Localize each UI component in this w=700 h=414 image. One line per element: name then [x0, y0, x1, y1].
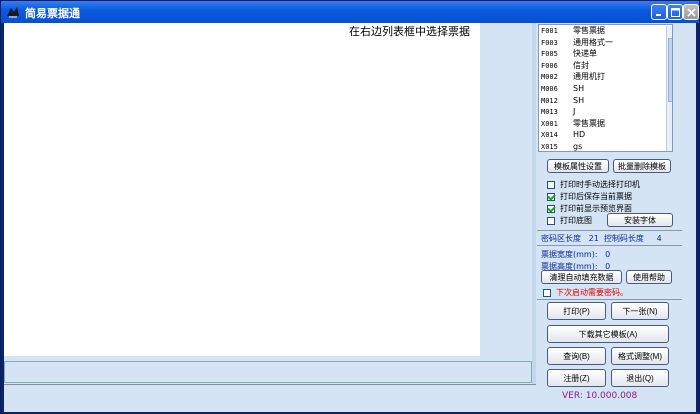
separator: [537, 299, 682, 300]
option-label: 打印时手动选择打印机: [560, 180, 640, 189]
template-name: 零售票据: [573, 118, 605, 128]
next-button[interactable]: 下一张(N): [611, 302, 669, 320]
window-title: 简易票据通: [25, 7, 80, 20]
checkbox-preview[interactable]: [547, 204, 555, 213]
template-props-button[interactable]: 模板属性设置: [547, 159, 609, 173]
close-button[interactable]: [683, 4, 699, 20]
template-code: X015: [541, 142, 558, 151]
option-label: 打印底图: [560, 216, 592, 225]
separator: [537, 230, 682, 231]
canvas-splitter[interactable]: [532, 23, 536, 385]
template-name: J: [573, 107, 576, 117]
template-name: 信封: [573, 60, 589, 70]
scrollbar-thumb[interactable]: [668, 38, 672, 102]
list-item[interactable]: X015 gs: [539, 141, 672, 151]
template-list-scrollbar[interactable]: [666, 26, 672, 151]
option-print-background[interactable]: 打印底图: [547, 215, 592, 226]
template-name: 通用格式一: [573, 37, 613, 47]
template-name: 零售票据: [573, 26, 605, 35]
template-name: 快递单: [573, 49, 597, 59]
template-code: F001: [541, 27, 558, 35]
list-item[interactable]: M012 SH: [539, 95, 672, 107]
format-adjust-button[interactable]: 格式调整(M): [611, 347, 669, 365]
query-button[interactable]: 查询(B): [547, 347, 606, 365]
control-length-label: 控制码长度: [603, 234, 644, 243]
ticket-width-info: 票据宽度(mm): 0: [541, 249, 610, 260]
batch-delete-button[interactable]: 批量删除模板: [613, 159, 671, 173]
ticket-width-value: 0: [605, 250, 611, 259]
list-item[interactable]: F003 通用格式一: [539, 37, 672, 49]
checkbox-print-background[interactable]: [547, 216, 555, 225]
list-item[interactable]: M013 J: [539, 106, 672, 118]
list-item[interactable]: X001 零售票据: [539, 118, 672, 130]
register-button[interactable]: 注册(Z): [547, 369, 606, 387]
minimize-button[interactable]: [651, 4, 667, 20]
list-item[interactable]: M006 SH: [539, 83, 672, 95]
password-length-label: 密码区长度: [541, 234, 581, 243]
template-name: SH: [573, 83, 585, 93]
option-require-password[interactable]: 下次启动需要密码。: [543, 287, 628, 298]
app-icon: [7, 7, 19, 18]
require-password-label: 下次启动需要密码。: [556, 288, 628, 297]
control-panel: F001 零售票据 F003 通用格式一 F005 快递单 F006 信封 M002 通用机打 M0…: [537, 23, 684, 412]
checkbox-save-after-print[interactable]: [547, 192, 555, 201]
separator: [537, 245, 682, 246]
print-button[interactable]: 打印(P): [547, 302, 606, 320]
install-font-button[interactable]: 安装字体: [607, 213, 673, 227]
option-manual-printer[interactable]: 打印时手动选择打印机: [547, 179, 640, 190]
app-window: 简易票据通 在右边列表框中选择票据 F001 零售票据 F003 通用格式一 F005 快…: [0, 0, 700, 414]
download-templates-button[interactable]: 下载其它模板(A): [547, 325, 669, 343]
maximize-icon: [670, 7, 680, 17]
ticket-canvas[interactable]: 在右边列表框中选择票据: [4, 23, 480, 356]
list-item[interactable]: M002 通用机打: [539, 71, 672, 83]
template-name: HD: [573, 130, 586, 140]
close-icon: [686, 7, 696, 17]
template-name: gs: [573, 141, 583, 151]
template-name: SH: [573, 95, 585, 105]
list-item[interactable]: F006 信封: [539, 60, 672, 72]
checkbox-manual-printer[interactable]: [547, 180, 555, 189]
client-area: 在右边列表框中选择票据 F001 零售票据 F003 通用格式一 F005 快递单 F006…: [4, 23, 696, 412]
template-code: M006: [541, 84, 558, 93]
clear-autofill-button[interactable]: 清理自动填充数据: [541, 270, 622, 284]
option-save-after-print[interactable]: 打印后保存当前票据: [547, 191, 632, 202]
version-label: VER: 10.000.008: [562, 391, 638, 401]
ticket-width-label: 票据宽度(mm):: [541, 250, 598, 259]
template-list[interactable]: F001 零售票据 F003 通用格式一 F005 快递单 F006 信封 M002 通用机打 M0…: [538, 24, 673, 152]
password-length-value: 21: [588, 234, 599, 243]
template-name: 通用机打: [573, 72, 605, 82]
bottom-divider: [4, 384, 536, 385]
maximize-button[interactable]: [667, 4, 683, 20]
help-button[interactable]: 使用帮助: [626, 270, 672, 284]
list-item[interactable]: F005 快递单: [539, 48, 672, 60]
exit-button[interactable]: 退出(Q): [611, 369, 669, 387]
checkbox-require-password[interactable]: [543, 288, 551, 297]
list-item[interactable]: F001 零售票据: [539, 25, 672, 37]
option-label: 打印后保存当前票据: [560, 192, 632, 201]
control-length-value: 4: [656, 234, 662, 243]
title-bar[interactable]: 简易票据通: [1, 1, 699, 23]
password-length-info: 密码区长度 21 控制码长度 4: [541, 233, 662, 244]
list-item[interactable]: X014 HD: [539, 129, 672, 141]
canvas-hint: 在右边列表框中选择票据: [349, 25, 470, 38]
status-bar: [4, 361, 532, 383]
minimize-icon: [656, 14, 661, 16]
